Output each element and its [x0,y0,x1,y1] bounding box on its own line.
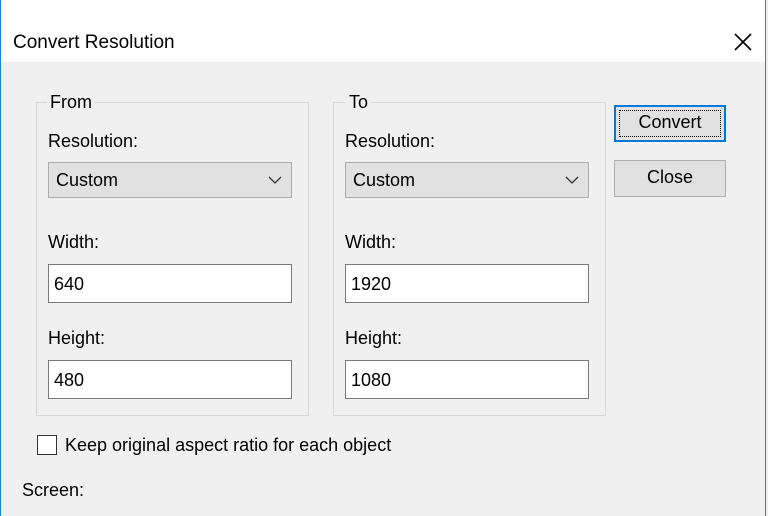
to-width-label: Width: [345,232,397,252]
to-group-legend: To [346,91,372,113]
close-button[interactable]: Close [614,160,726,197]
title-bar: Convert Resolution [1,0,765,62]
from-resolution-select[interactable]: Custom [48,162,292,198]
dialog-title: Convert Resolution [13,32,175,53]
chevron-down-icon [268,176,282,184]
chevron-down-icon [565,176,579,184]
from-group-legend: From [47,91,95,113]
focus-indicator [619,110,721,137]
from-group: From Resolution: Custom Width: 640 Heigh… [36,91,309,416]
from-height-label: Height: [48,328,106,348]
from-width-label: Width: [48,232,100,252]
keep-aspect-checkbox[interactable] [37,435,57,455]
to-width-field[interactable]: 1920 [345,264,589,303]
screen-label: Screen: [22,480,85,500]
from-width-field[interactable]: 640 [48,264,292,303]
to-resolution-label: Resolution: [345,131,436,151]
to-resolution-value: Custom [353,170,416,190]
close-button-label: Close [646,167,694,187]
to-resolution-select[interactable]: Custom [345,162,589,198]
to-width-value: 1920 [351,274,392,294]
to-height-value: 1080 [351,370,392,390]
to-height-field[interactable]: 1080 [345,360,589,399]
convert-button[interactable]: Convert [614,105,726,142]
convert-resolution-dialog: Convert Resolution From Resolution: Cust… [0,0,766,516]
from-height-field[interactable]: 480 [48,360,292,399]
from-width-value: 640 [54,274,85,294]
from-resolution-label: Resolution: [48,131,139,151]
keep-aspect-label[interactable]: Keep original aspect ratio for each obje… [65,434,391,456]
from-height-value: 480 [54,370,85,390]
from-resolution-value: Custom [56,170,119,190]
close-icon[interactable] [729,28,757,56]
to-group: To Resolution: Custom Width: 1920 Height… [333,91,606,416]
to-height-label: Height: [345,328,403,348]
